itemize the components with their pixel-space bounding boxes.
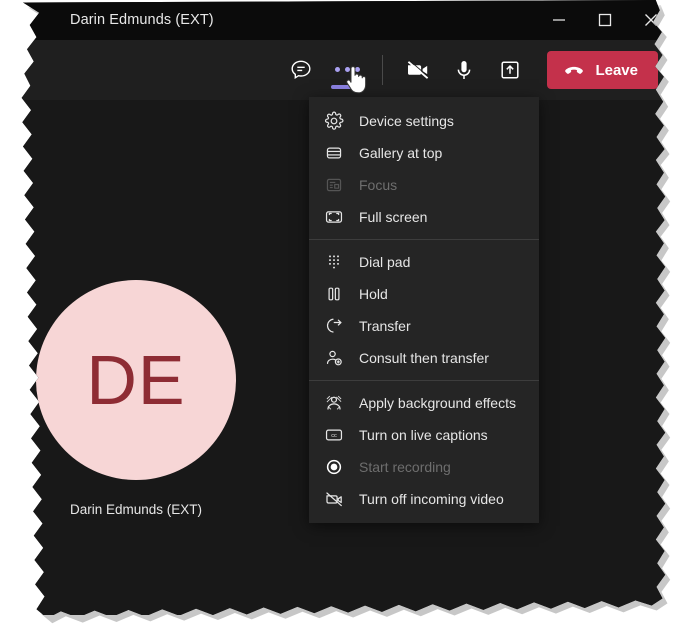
menu-separator	[309, 239, 539, 240]
fullscreen-icon	[323, 206, 345, 228]
menu-group: Dial pad Hold Transfer Consult then transfe…	[309, 244, 539, 376]
window-title: Darin Edmunds (EXT)	[70, 12, 214, 28]
menu-item-label: Full screen	[359, 209, 428, 225]
menu-item-label: Gallery at top	[359, 145, 443, 161]
menu-item-label: Turn on live captions	[359, 427, 488, 443]
menu-item-hold[interactable]: Hold	[309, 278, 539, 310]
menu-item-start-recording: Start recording	[309, 451, 539, 483]
dialpad-icon	[323, 251, 345, 273]
focus-icon	[323, 174, 345, 196]
chat-icon	[289, 58, 313, 82]
hold-icon	[323, 283, 345, 305]
participant-name-label: Darin Edmunds (EXT)	[69, 502, 203, 517]
menu-item-turn-on-live-captions[interactable]: cc Turn on live captions	[309, 419, 539, 451]
screenshot-canvas: Darin Edmunds (EXT) Leave DE Darin Edmun…	[0, 0, 676, 640]
menu-group: Apply background effects cc Turn on live c…	[309, 385, 539, 517]
more-actions-active-indicator	[331, 85, 364, 89]
closed-captions-icon: cc	[323, 424, 345, 446]
menu-item-full-screen[interactable]: Full screen	[309, 201, 539, 233]
menu-item-apply-background-effects[interactable]: Apply background effects	[309, 387, 539, 419]
maximize-button[interactable]	[594, 9, 616, 31]
more-actions-button[interactable]	[324, 50, 370, 94]
menu-item-turn-off-incoming-video[interactable]: Turn off incoming video	[309, 483, 539, 515]
gear-icon	[323, 110, 345, 132]
share-content-button[interactable]	[487, 50, 533, 90]
menu-item-focus: Focus	[309, 169, 539, 201]
menu-item-device-settings[interactable]: Device settings	[309, 105, 539, 137]
leave-button[interactable]: Leave	[547, 51, 658, 89]
camera-off-icon	[405, 57, 431, 83]
menu-item-label: Hold	[359, 286, 388, 302]
share-screen-icon	[498, 58, 522, 82]
minimize-button[interactable]	[548, 9, 570, 31]
call-toolbar: Leave	[21, 40, 666, 100]
more-actions-menu: Device settings Gallery at top Focus Full s…	[309, 97, 539, 523]
menu-separator	[309, 380, 539, 381]
menu-item-label: Apply background effects	[359, 395, 516, 411]
camera-toggle-button[interactable]	[395, 50, 441, 90]
menu-item-label: Turn off incoming video	[359, 491, 504, 507]
transfer-icon	[323, 315, 345, 337]
more-actions-icon	[334, 66, 360, 72]
avatar: DE	[36, 280, 236, 480]
menu-group: Device settings Gallery at top Focus Full s…	[309, 103, 539, 235]
torn-paper-clip: Darin Edmunds (EXT) Leave DE Darin Edmun…	[21, 0, 666, 618]
hangup-icon	[563, 59, 585, 81]
menu-item-consult-then-transfer[interactable]: Consult then transfer	[309, 342, 539, 374]
consult-transfer-icon	[323, 347, 345, 369]
record-icon	[323, 456, 345, 478]
menu-item-label: Start recording	[359, 459, 451, 475]
menu-item-label: Consult then transfer	[359, 350, 489, 366]
chat-button[interactable]	[278, 50, 324, 90]
menu-item-gallery-at-top[interactable]: Gallery at top	[309, 137, 539, 169]
gallery-icon	[323, 142, 345, 164]
leave-button-label: Leave	[595, 61, 638, 79]
toolbar-divider	[382, 55, 384, 85]
background-effects-icon	[323, 392, 345, 414]
teams-call-window: Darin Edmunds (EXT) Leave DE Darin Edmun…	[21, 0, 666, 615]
microphone-icon	[452, 58, 476, 82]
camera-off-icon	[323, 488, 345, 510]
menu-item-label: Dial pad	[359, 254, 411, 270]
title-bar: Darin Edmunds (EXT)	[21, 0, 666, 40]
svg-text:cc: cc	[331, 433, 337, 439]
participant-tile[interactable]: DE Darin Edmunds (EXT)	[36, 280, 236, 517]
microphone-button[interactable]	[441, 50, 487, 90]
menu-item-label: Transfer	[359, 318, 411, 334]
menu-item-transfer[interactable]: Transfer	[309, 310, 539, 342]
menu-item-label: Focus	[359, 177, 398, 193]
window-controls	[548, 0, 662, 40]
menu-item-dial-pad[interactable]: Dial pad	[309, 246, 539, 278]
menu-item-label: Device settings	[359, 113, 454, 129]
